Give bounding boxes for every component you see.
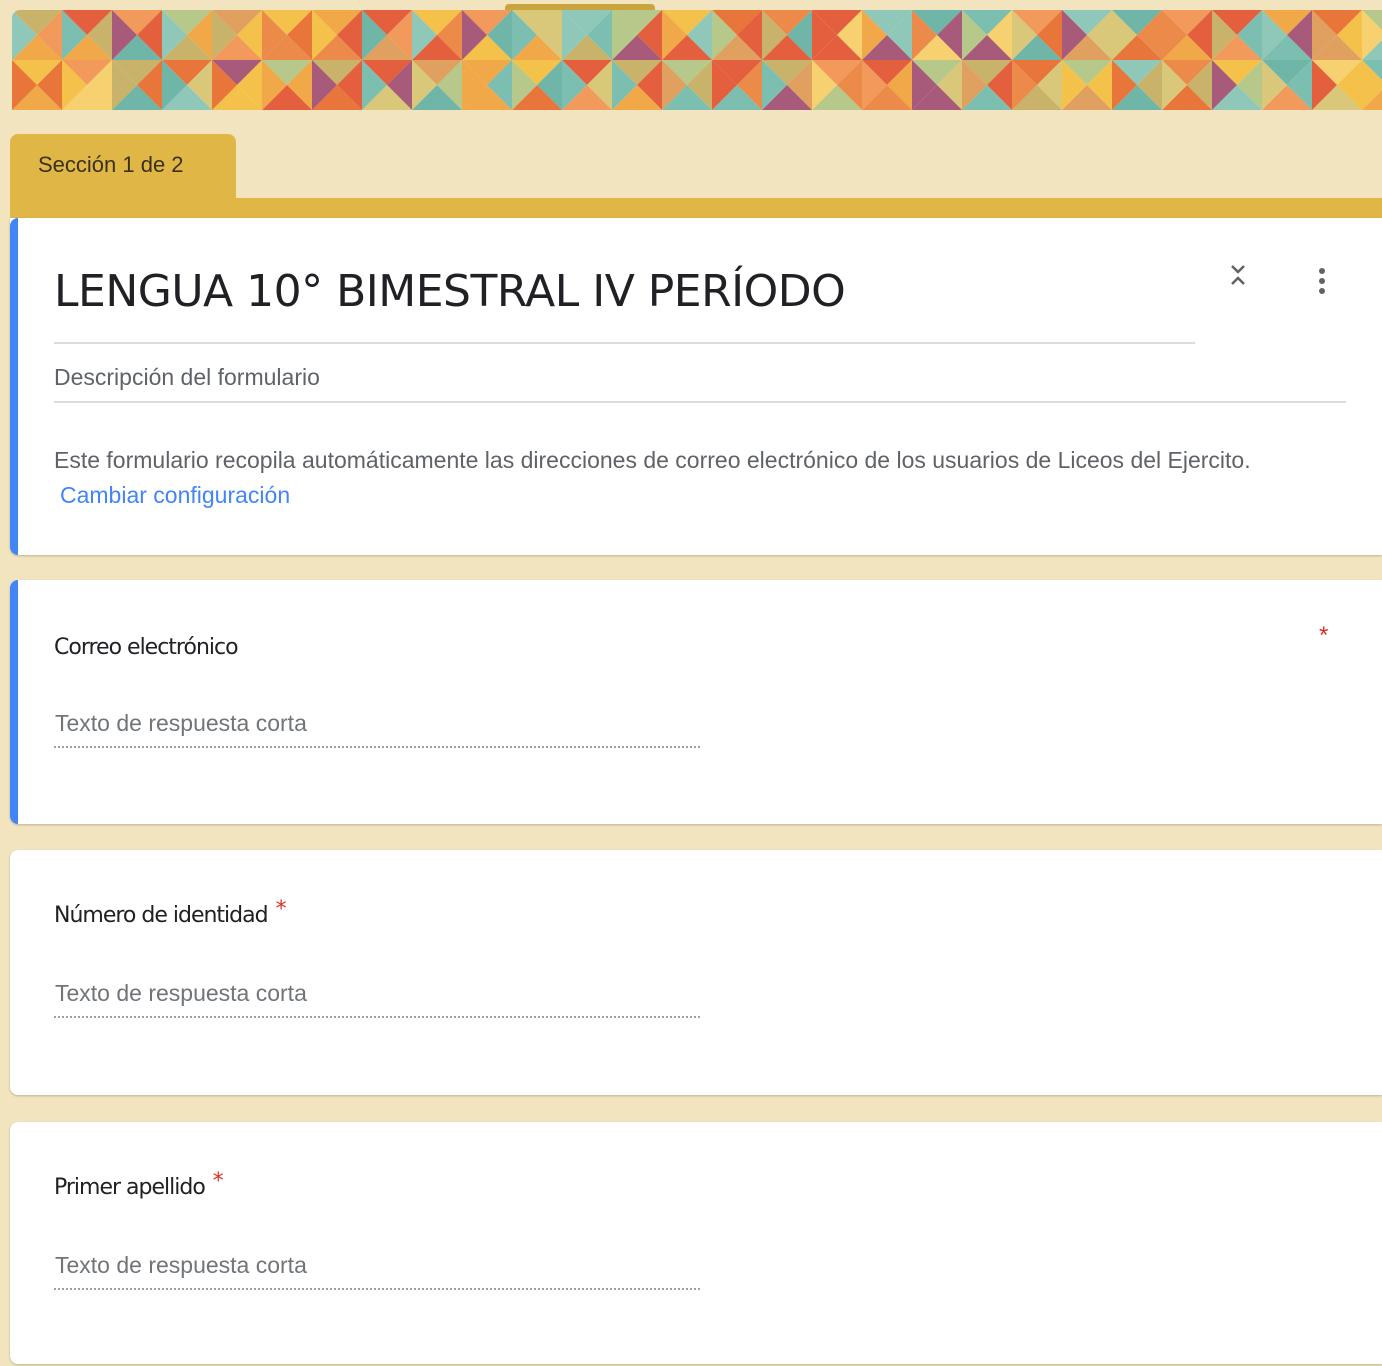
more-vert-icon [1319, 268, 1325, 294]
description-underline [54, 401, 1346, 403]
more-options-button[interactable] [1308, 262, 1336, 302]
answer-placeholder: Texto de respuesta corta [55, 980, 307, 1006]
question-title-text: Número de identidad [54, 903, 269, 928]
question-title[interactable]: Correo electrónico [54, 635, 239, 660]
change-settings-link[interactable]: Cambiar configuración [60, 482, 290, 508]
question-title[interactable]: Número de identidad * [54, 897, 287, 928]
required-indicator: * [1319, 622, 1329, 649]
form-title[interactable]: LENGUA 10° BIMESTRAL IV PERÍODO [54, 266, 1194, 317]
question-title-text: Primer apellido [54, 1175, 206, 1200]
short-answer-field: Texto de respuesta corta [54, 1252, 700, 1290]
form-description-field[interactable]: Descripción del formulario [54, 364, 320, 391]
section-tab[interactable]: Sección 1 de 2 [10, 134, 236, 208]
question-card-email[interactable]: Correo electrónico * Texto de respuesta … [10, 580, 1382, 824]
notice-text: Este formulario recopila automáticamente… [54, 447, 1251, 473]
question-title[interactable]: Primer apellido * [54, 1169, 224, 1200]
answer-placeholder: Texto de respuesta corta [55, 1252, 307, 1278]
answer-placeholder: Texto de respuesta corta [55, 710, 307, 736]
question-card-first-surname[interactable]: Primer apellido * Texto de respuesta cort… [10, 1122, 1382, 1364]
collapse-section-button[interactable] [1224, 262, 1252, 302]
question-card-id-number[interactable]: Número de identidad * Texto de respuesta … [10, 850, 1382, 1095]
required-indicator: * [275, 897, 287, 922]
collapse-icon [1231, 265, 1245, 285]
short-answer-field: Texto de respuesta corta [54, 710, 700, 748]
header-banner-image [12, 10, 1382, 110]
section-bar [10, 198, 1382, 218]
title-underline [54, 342, 1195, 344]
short-answer-field: Texto de respuesta corta [54, 980, 700, 1018]
email-collection-notice: Este formulario recopila automáticamente… [54, 443, 1344, 513]
section-tab-label: Sección 1 de 2 [38, 152, 184, 177]
required-indicator: * [212, 1169, 224, 1194]
form-header-card[interactable]: LENGUA 10° BIMESTRAL IV PERÍODO Descripc… [10, 218, 1382, 555]
